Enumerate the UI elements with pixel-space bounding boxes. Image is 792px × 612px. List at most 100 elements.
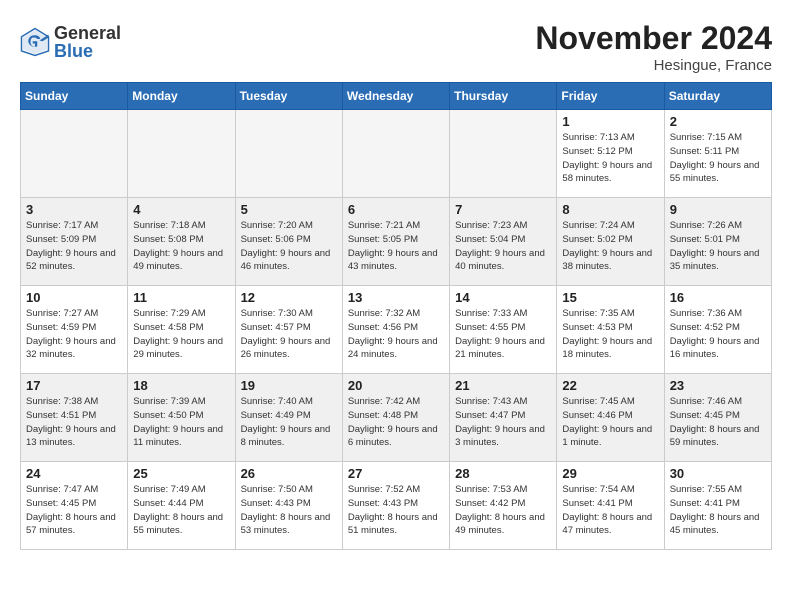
day-number: 16 <box>670 290 766 305</box>
day-number: 29 <box>562 466 658 481</box>
calendar-cell: 25 Sunrise: 7:49 AM Sunset: 4:44 PM Dayli… <box>128 462 235 550</box>
day-info: Sunrise: 7:32 AM Sunset: 4:56 PM Dayligh… <box>348 307 444 362</box>
day-number: 13 <box>348 290 444 305</box>
day-number: 30 <box>670 466 766 481</box>
calendar-cell <box>450 110 557 198</box>
day-number: 18 <box>133 378 229 393</box>
col-tuesday: Tuesday <box>235 83 342 110</box>
calendar-body: 1Sunrise: 7:13 AM Sunset: 5:12 PM Daylig… <box>21 110 772 550</box>
calendar-week-4: 17Sunrise: 7:38 AM Sunset: 4:51 PM Dayli… <box>21 374 772 462</box>
day-number: 12 <box>241 290 337 305</box>
day-number: 26 <box>241 466 337 481</box>
header: General Blue November 2024 Hesingue, Fra… <box>20 20 772 74</box>
day-info: Sunrise: 7:23 AM Sunset: 5:04 PM Dayligh… <box>455 219 551 274</box>
day-number: 28 <box>455 466 551 481</box>
calendar-cell: 23Sunrise: 7:46 AM Sunset: 4:45 PM Dayli… <box>664 374 771 462</box>
calendar-cell: 7 Sunrise: 7:23 AM Sunset: 5:04 PM Daylig… <box>450 198 557 286</box>
logo-general: General <box>54 24 121 42</box>
calendar-cell: 22 Sunrise: 7:45 AM Sunset: 4:46 PM Dayli… <box>557 374 664 462</box>
calendar-cell: 6 Sunrise: 7:21 AM Sunset: 5:05 PM Daylig… <box>342 198 449 286</box>
calendar-cell: 17Sunrise: 7:38 AM Sunset: 4:51 PM Dayli… <box>21 374 128 462</box>
calendar-cell: 12Sunrise: 7:30 AM Sunset: 4:57 PM Dayli… <box>235 286 342 374</box>
day-info: Sunrise: 7:13 AM Sunset: 5:12 PM Dayligh… <box>562 131 658 186</box>
day-info: Sunrise: 7:50 AM Sunset: 4:43 PM Dayligh… <box>241 483 337 538</box>
calendar-cell: 5 Sunrise: 7:20 AM Sunset: 5:06 PM Daylig… <box>235 198 342 286</box>
day-info: Sunrise: 7:36 AM Sunset: 4:52 PM Dayligh… <box>670 307 766 362</box>
day-info: Sunrise: 7:39 AM Sunset: 4:50 PM Dayligh… <box>133 395 229 450</box>
calendar-cell: 4 Sunrise: 7:18 AM Sunset: 5:08 PM Daylig… <box>128 198 235 286</box>
logo-text: General Blue <box>54 24 121 60</box>
day-number: 23 <box>670 378 766 393</box>
day-info: Sunrise: 7:18 AM Sunset: 5:08 PM Dayligh… <box>133 219 229 274</box>
calendar-cell: 8Sunrise: 7:24 AM Sunset: 5:02 PM Daylig… <box>557 198 664 286</box>
day-number: 3 <box>26 202 122 217</box>
calendar-cell: 9Sunrise: 7:26 AM Sunset: 5:01 PM Daylig… <box>664 198 771 286</box>
calendar-cell: 13 Sunrise: 7:32 AM Sunset: 4:56 PM Dayli… <box>342 286 449 374</box>
day-number: 17 <box>26 378 122 393</box>
day-info: Sunrise: 7:47 AM Sunset: 4:45 PM Dayligh… <box>26 483 122 538</box>
day-number: 20 <box>348 378 444 393</box>
title-block: November 2024 Hesingue, France <box>535 20 772 74</box>
day-number: 8 <box>562 202 658 217</box>
day-info: Sunrise: 7:43 AM Sunset: 4:47 PM Dayligh… <box>455 395 551 450</box>
day-number: 5 <box>241 202 337 217</box>
day-number: 15 <box>562 290 658 305</box>
logo: General Blue <box>20 24 121 60</box>
day-info: Sunrise: 7:17 AM Sunset: 5:09 PM Dayligh… <box>26 219 122 274</box>
calendar-cell: 26 Sunrise: 7:50 AM Sunset: 4:43 PM Dayli… <box>235 462 342 550</box>
calendar-cell: 21 Sunrise: 7:43 AM Sunset: 4:47 PM Dayli… <box>450 374 557 462</box>
day-info: Sunrise: 7:40 AM Sunset: 4:49 PM Dayligh… <box>241 395 337 450</box>
month-title: November 2024 <box>535 20 772 57</box>
day-number: 27 <box>348 466 444 481</box>
calendar-cell: 16 Sunrise: 7:36 AM Sunset: 4:52 PM Dayli… <box>664 286 771 374</box>
calendar-cell: 18 Sunrise: 7:39 AM Sunset: 4:50 PM Dayli… <box>128 374 235 462</box>
day-number: 9 <box>670 202 766 217</box>
day-number: 25 <box>133 466 229 481</box>
col-friday: Friday <box>557 83 664 110</box>
day-number: 21 <box>455 378 551 393</box>
day-info: Sunrise: 7:15 AM Sunset: 5:11 PM Dayligh… <box>670 131 766 186</box>
day-info: Sunrise: 7:52 AM Sunset: 4:43 PM Dayligh… <box>348 483 444 538</box>
header-row: Sunday Monday Tuesday Wednesday Thursday… <box>21 83 772 110</box>
day-info: Sunrise: 7:53 AM Sunset: 4:42 PM Dayligh… <box>455 483 551 538</box>
day-number: 10 <box>26 290 122 305</box>
calendar-week-2: 3 Sunrise: 7:17 AM Sunset: 5:09 PM Daylig… <box>21 198 772 286</box>
calendar-week-1: 1Sunrise: 7:13 AM Sunset: 5:12 PM Daylig… <box>21 110 772 198</box>
day-number: 7 <box>455 202 551 217</box>
calendar-cell: 11 Sunrise: 7:29 AM Sunset: 4:58 PM Dayli… <box>128 286 235 374</box>
day-number: 11 <box>133 290 229 305</box>
calendar-cell: 2 Sunrise: 7:15 AM Sunset: 5:11 PM Daylig… <box>664 110 771 198</box>
calendar-cell: 20 Sunrise: 7:42 AM Sunset: 4:48 PM Dayli… <box>342 374 449 462</box>
day-info: Sunrise: 7:49 AM Sunset: 4:44 PM Dayligh… <box>133 483 229 538</box>
day-number: 24 <box>26 466 122 481</box>
day-info: Sunrise: 7:20 AM Sunset: 5:06 PM Dayligh… <box>241 219 337 274</box>
calendar-cell <box>128 110 235 198</box>
logo-blue: Blue <box>54 42 121 60</box>
calendar-cell: 24 Sunrise: 7:47 AM Sunset: 4:45 PM Dayli… <box>21 462 128 550</box>
calendar-cell: 19 Sunrise: 7:40 AM Sunset: 4:49 PM Dayli… <box>235 374 342 462</box>
day-info: Sunrise: 7:29 AM Sunset: 4:58 PM Dayligh… <box>133 307 229 362</box>
day-info: Sunrise: 7:42 AM Sunset: 4:48 PM Dayligh… <box>348 395 444 450</box>
location: Hesingue, France <box>535 57 772 74</box>
calendar-cell <box>21 110 128 198</box>
page: General Blue November 2024 Hesingue, Fra… <box>0 0 792 560</box>
day-number: 19 <box>241 378 337 393</box>
calendar-table: Sunday Monday Tuesday Wednesday Thursday… <box>20 82 772 550</box>
day-number: 6 <box>348 202 444 217</box>
day-info: Sunrise: 7:54 AM Sunset: 4:41 PM Dayligh… <box>562 483 658 538</box>
calendar-cell: 15Sunrise: 7:35 AM Sunset: 4:53 PM Dayli… <box>557 286 664 374</box>
day-info: Sunrise: 7:21 AM Sunset: 5:05 PM Dayligh… <box>348 219 444 274</box>
col-wednesday: Wednesday <box>342 83 449 110</box>
calendar-cell: 30 Sunrise: 7:55 AM Sunset: 4:41 PM Dayli… <box>664 462 771 550</box>
day-info: Sunrise: 7:55 AM Sunset: 4:41 PM Dayligh… <box>670 483 766 538</box>
calendar-cell: 10 Sunrise: 7:27 AM Sunset: 4:59 PM Dayli… <box>21 286 128 374</box>
day-info: Sunrise: 7:45 AM Sunset: 4:46 PM Dayligh… <box>562 395 658 450</box>
col-sunday: Sunday <box>21 83 128 110</box>
col-monday: Monday <box>128 83 235 110</box>
calendar-cell <box>342 110 449 198</box>
day-number: 4 <box>133 202 229 217</box>
calendar-cell: 29 Sunrise: 7:54 AM Sunset: 4:41 PM Dayli… <box>557 462 664 550</box>
day-number: 22 <box>562 378 658 393</box>
day-number: 2 <box>670 114 766 129</box>
day-info: Sunrise: 7:27 AM Sunset: 4:59 PM Dayligh… <box>26 307 122 362</box>
